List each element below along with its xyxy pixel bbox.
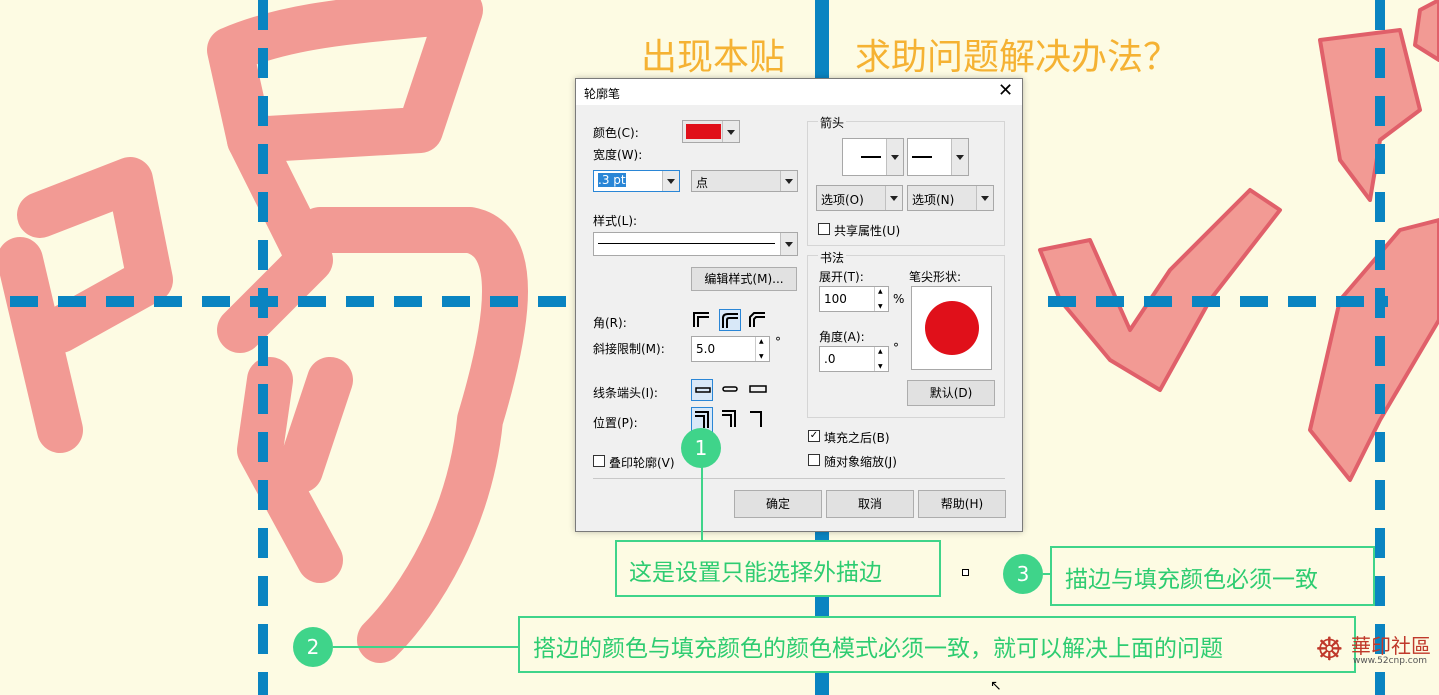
corner-label: 角(R):	[593, 316, 627, 330]
badge-2: 2	[293, 627, 333, 667]
mouse-cursor-icon: ↖	[990, 678, 1002, 694]
headline-right: 求助问题解决办法？	[855, 37, 1180, 78]
small-marker	[962, 569, 969, 576]
guide-line-horizontal-right	[1048, 296, 1388, 307]
corner-round-button[interactable]	[719, 309, 741, 331]
default-button[interactable]: 默认(D)	[907, 380, 995, 406]
chevron-down-icon	[780, 233, 797, 255]
headline-left: 出现本贴	[641, 37, 786, 78]
calligraphy-glyph-left	[0, 0, 528, 663]
callout-2: 搭边的颜色与填充颜色的颜色模式必须一致，就可以解决上面的问题	[518, 616, 1356, 673]
watermark-logo: ☸ 華印社區 www.52cnp.com	[1315, 628, 1437, 692]
miter-limit-label: 斜接限制(M):	[593, 342, 665, 356]
angle-degree-symbol: °	[893, 341, 899, 355]
edit-style-button[interactable]: 编辑样式(M)...	[691, 267, 797, 291]
guide-line-center-top	[815, 0, 829, 78]
close-icon[interactable]: ✕	[998, 80, 1013, 101]
cap-round-button[interactable]	[719, 379, 741, 401]
color-picker[interactable]	[682, 120, 740, 143]
chevron-down-icon	[951, 139, 968, 175]
badge-1: 1	[681, 428, 721, 468]
stretch-label: 展开(T):	[819, 270, 864, 284]
help-button[interactable]: 帮助(H)	[918, 490, 1006, 518]
dialog-title-bar: 轮廓笔 ✕	[576, 79, 1022, 105]
guide-line-vertical-left	[258, 0, 268, 695]
arrows-group-title: 箭头	[818, 114, 847, 131]
stretch-value: 100	[824, 292, 847, 306]
arrow-end-select[interactable]	[907, 138, 969, 176]
callout-3: 描边与填充颜色必须一致	[1050, 546, 1375, 606]
width-value: .3 pt	[598, 173, 626, 187]
arrow-end-preview	[912, 156, 932, 158]
color-label: 颜色(C):	[593, 126, 639, 140]
nib-circle	[925, 301, 979, 355]
angle-value: .0	[824, 352, 836, 366]
stretch-spinner[interactable]	[874, 287, 888, 311]
calligraphy-group-title: 书法	[818, 249, 847, 266]
corner-bevel-button[interactable]	[747, 309, 769, 331]
arrow-start-options[interactable]: 选项(O)	[816, 185, 903, 211]
corner-miter-button[interactable]	[691, 309, 713, 331]
nib-shape-label: 笔尖形状:	[909, 270, 962, 284]
angle-spinner[interactable]	[874, 347, 888, 371]
position-center-button[interactable]	[719, 407, 741, 433]
position-inside-button[interactable]	[747, 407, 769, 433]
share-attributes-checkbox[interactable]	[818, 223, 830, 235]
width-input[interactable]: .3 pt	[593, 170, 680, 192]
arrow-start-preview	[861, 156, 881, 158]
options-left-label: 选项(O)	[821, 193, 864, 207]
options-right-label: 选项(N)	[912, 193, 955, 207]
miter-limit-spinner[interactable]	[755, 337, 769, 361]
cancel-button[interactable]: 取消	[826, 490, 914, 518]
unit-value: 点	[696, 176, 709, 190]
watermark-text: 華印社區	[1351, 634, 1431, 658]
scale-with-object-checkbox[interactable]	[808, 454, 820, 466]
ok-button[interactable]: 确定	[734, 490, 822, 518]
guide-line-vertical-right	[1375, 0, 1385, 695]
chevron-down-icon	[885, 186, 902, 210]
watermark-url: www.52cnp.com	[1353, 656, 1428, 666]
dialog-divider	[593, 478, 1005, 479]
position-label: 位置(P):	[593, 416, 638, 430]
unit-select[interactable]: 点	[691, 170, 798, 192]
nib-shape-preview[interactable]	[911, 286, 992, 370]
dialog-title: 轮廓笔	[584, 87, 621, 101]
angle-input[interactable]: .0	[819, 346, 889, 372]
miter-limit-value: 5.0	[696, 342, 716, 356]
width-label: 宽度(W):	[593, 148, 643, 162]
chevron-down-icon	[886, 139, 903, 175]
scale-with-object-label: 随对象缩放(J)	[824, 455, 897, 469]
badge-3: 3	[1003, 554, 1043, 594]
miter-degree-symbol: °	[775, 335, 781, 349]
arrow-end-options[interactable]: 选项(N)	[907, 185, 994, 211]
behind-fill-label: 填充之后(B)	[824, 431, 890, 445]
angle-label: 角度(A):	[819, 330, 865, 344]
line-style-select[interactable]	[593, 232, 798, 256]
behind-fill-checkbox[interactable]: ✓	[808, 430, 820, 442]
overprint-checkbox[interactable]	[593, 455, 605, 467]
connector-line-1	[701, 465, 703, 541]
percent-symbol: %	[893, 292, 905, 306]
stretch-input[interactable]: 100	[819, 286, 889, 312]
chevron-down-icon	[976, 186, 993, 210]
watermark-glyph-icon: ☸	[1315, 630, 1344, 668]
miter-limit-input[interactable]: 5.0	[691, 336, 770, 362]
line-style-preview	[598, 243, 775, 244]
connector-line-2	[333, 646, 519, 648]
cap-butt-button[interactable]	[691, 379, 713, 401]
chevron-down-icon	[722, 121, 739, 142]
arrow-start-select[interactable]	[842, 138, 904, 176]
chevron-down-icon[interactable]	[662, 171, 679, 191]
overprint-label: 叠印轮廓(V)	[609, 456, 675, 470]
cap-square-button[interactable]	[747, 379, 769, 401]
style-label: 样式(L):	[593, 214, 638, 228]
chevron-down-icon	[780, 171, 797, 191]
line-caps-label: 线条端头(I):	[593, 386, 658, 400]
share-attributes-label: 共享属性(U)	[834, 224, 901, 238]
guide-line-horizontal-left	[10, 296, 575, 307]
callout-1: 这是设置只能选择外描边	[615, 540, 941, 597]
outline-pen-dialog: 轮廓笔 ✕ 颜色(C): 宽度(W): .3 pt 点 样式(L): 编辑样式(…	[575, 78, 1023, 532]
color-swatch	[686, 124, 721, 139]
